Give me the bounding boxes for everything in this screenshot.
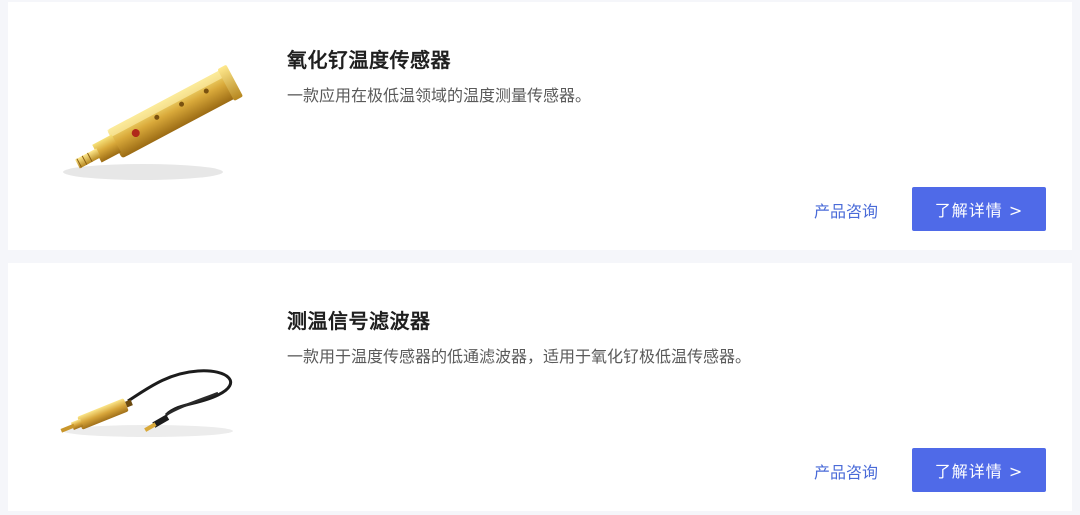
product-description: 一款用于温度传感器的低通滤波器，适用于氧化钌极低温传感器。 bbox=[287, 347, 752, 366]
gold-sensor-image bbox=[48, 42, 248, 202]
product-title: 测温信号滤波器 bbox=[287, 309, 431, 333]
consult-link[interactable]: 产品咨询 bbox=[814, 198, 878, 222]
product-card: 测温信号滤波器 一款用于温度传感器的低通滤波器，适用于氧化钌极低温传感器。 产品… bbox=[8, 263, 1072, 511]
product-title: 氧化钌温度传感器 bbox=[287, 48, 451, 72]
product-description: 一款应用在极低温领域的温度测量传感器。 bbox=[287, 86, 592, 105]
details-button[interactable]: 了解详情 > bbox=[912, 448, 1046, 492]
consult-link[interactable]: 产品咨询 bbox=[814, 459, 878, 483]
product-card: 氧化钌温度传感器 一款应用在极低温领域的温度测量传感器。 产品咨询 了解详情 > bbox=[8, 2, 1072, 250]
details-button[interactable]: 了解详情 > bbox=[912, 187, 1046, 231]
filter-cable-image bbox=[48, 303, 248, 463]
